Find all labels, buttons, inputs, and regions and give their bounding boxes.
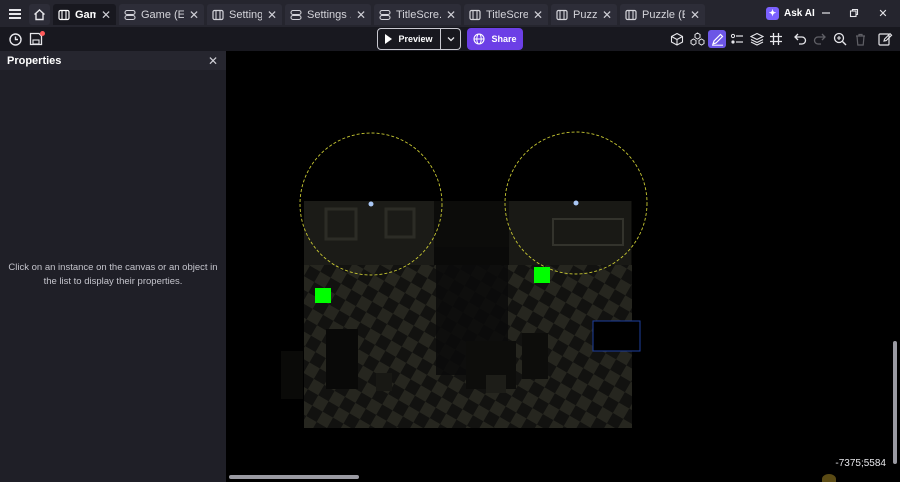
instance-outline-box[interactable] (592, 320, 641, 352)
tab-label: Game (E... (141, 8, 184, 21)
scene-icon (625, 9, 637, 20)
close-icon[interactable]: ✕ (601, 8, 613, 22)
events-icon (290, 9, 302, 20)
object-groups-icon[interactable] (688, 30, 706, 48)
scene-toolbar: Preview Share (0, 27, 900, 51)
globe-icon (473, 33, 486, 45)
tab-label: Puzzle (573, 8, 597, 21)
instances-list-icon[interactable] (728, 30, 746, 48)
play-icon (385, 34, 393, 44)
close-icon[interactable]: ✕ (355, 8, 367, 22)
scene-icon (469, 9, 481, 20)
tab-label: Game (75, 8, 96, 21)
scene-icon (556, 9, 568, 20)
home-icon (34, 9, 45, 21)
tab-titlescreen[interactable]: TitleScre... ✕ (464, 4, 548, 25)
unsaved-indicator (40, 31, 45, 36)
tab-settings-events[interactable]: Settings ... ✕ (285, 4, 371, 25)
chevron-down-icon (447, 37, 454, 42)
undo-icon[interactable] (791, 30, 809, 48)
events-icon (124, 9, 136, 20)
tab-label: TitleScre... (396, 8, 441, 21)
ask-ai-button[interactable]: ✦ Ask AI (766, 6, 815, 21)
scene-icon (212, 9, 224, 20)
tab-game[interactable]: Game ✕ (53, 4, 116, 25)
empty-selection-message: Click on an instance on the canvas or an… (8, 262, 218, 287)
camera-origin-point[interactable] (368, 201, 374, 207)
close-icon[interactable]: ✕ (188, 8, 200, 22)
canvas-object-fragment (822, 474, 836, 482)
share-button[interactable]: Share (467, 28, 523, 50)
preview-options-dropdown[interactable] (441, 28, 461, 50)
close-icon[interactable]: ✕ (100, 8, 112, 22)
hamburger-menu-icon[interactable] (6, 5, 24, 23)
properties-panel: Properties ✕ Click on an instance on the… (0, 51, 226, 482)
delete-icon[interactable] (851, 30, 869, 48)
minimize-icon[interactable] (816, 3, 836, 23)
tab-bar: Game ✕ Game (E... ✕ Settings ✕ Settings … (0, 0, 900, 27)
preview-label: Preview (398, 34, 433, 44)
layers-icon[interactable] (748, 30, 766, 48)
edit-properties-icon[interactable] (708, 30, 726, 48)
vertical-scrollbar[interactable] (893, 341, 897, 464)
close-icon[interactable]: ✕ (689, 8, 701, 22)
events-icon (379, 9, 391, 20)
tab-label: TitleScre... (486, 8, 528, 21)
tab-puzzle[interactable]: Puzzle ✕ (551, 4, 617, 25)
tab-label: Settings (229, 8, 262, 21)
scene-icon (58, 9, 70, 20)
green-marker-object[interactable] (315, 288, 331, 303)
save-icon[interactable] (27, 30, 45, 48)
properties-panel-header: Properties ✕ (0, 51, 226, 70)
tab-game-events[interactable]: Game (E... ✕ (119, 4, 204, 25)
share-label: Share (491, 34, 517, 44)
close-icon[interactable]: ✕ (208, 54, 218, 68)
office-room-background (281, 201, 632, 428)
panel-title: Properties (7, 54, 62, 67)
tab-puzzle-events[interactable]: Puzzle (E... ✕ (620, 4, 705, 25)
close-window-icon[interactable]: ✕ (873, 3, 893, 23)
close-icon[interactable]: ✕ (532, 8, 544, 22)
home-tab[interactable] (29, 4, 50, 25)
grid-icon[interactable] (767, 30, 785, 48)
tab-titlescreen-events[interactable]: TitleScre... ✕ (374, 4, 461, 25)
project-manager-icon[interactable] (6, 30, 24, 48)
tab-settings[interactable]: Settings ✕ (207, 4, 282, 25)
camera-origin-point[interactable] (573, 200, 579, 206)
object-icon[interactable] (668, 30, 686, 48)
cursor-coordinates: -7375;5584 (835, 458, 886, 469)
green-marker-object[interactable] (534, 267, 550, 283)
redo-icon[interactable] (811, 30, 829, 48)
restore-icon[interactable] (844, 3, 864, 23)
tab-label: Puzzle (E... (642, 8, 685, 21)
close-icon[interactable]: ✕ (445, 8, 457, 22)
preview-button[interactable]: Preview (377, 28, 441, 50)
horizontal-scrollbar[interactable] (229, 475, 359, 479)
ask-ai-label: Ask AI (784, 8, 815, 19)
scene-view[interactable] (226, 51, 900, 482)
close-icon[interactable]: ✕ (266, 8, 278, 22)
zoom-icon[interactable] (831, 30, 849, 48)
ai-icon: ✦ (766, 7, 779, 20)
scene-properties-icon[interactable] (876, 30, 894, 48)
scene-canvas[interactable]: -7375;5584 (226, 51, 900, 482)
tab-label: Settings ... (307, 8, 351, 21)
